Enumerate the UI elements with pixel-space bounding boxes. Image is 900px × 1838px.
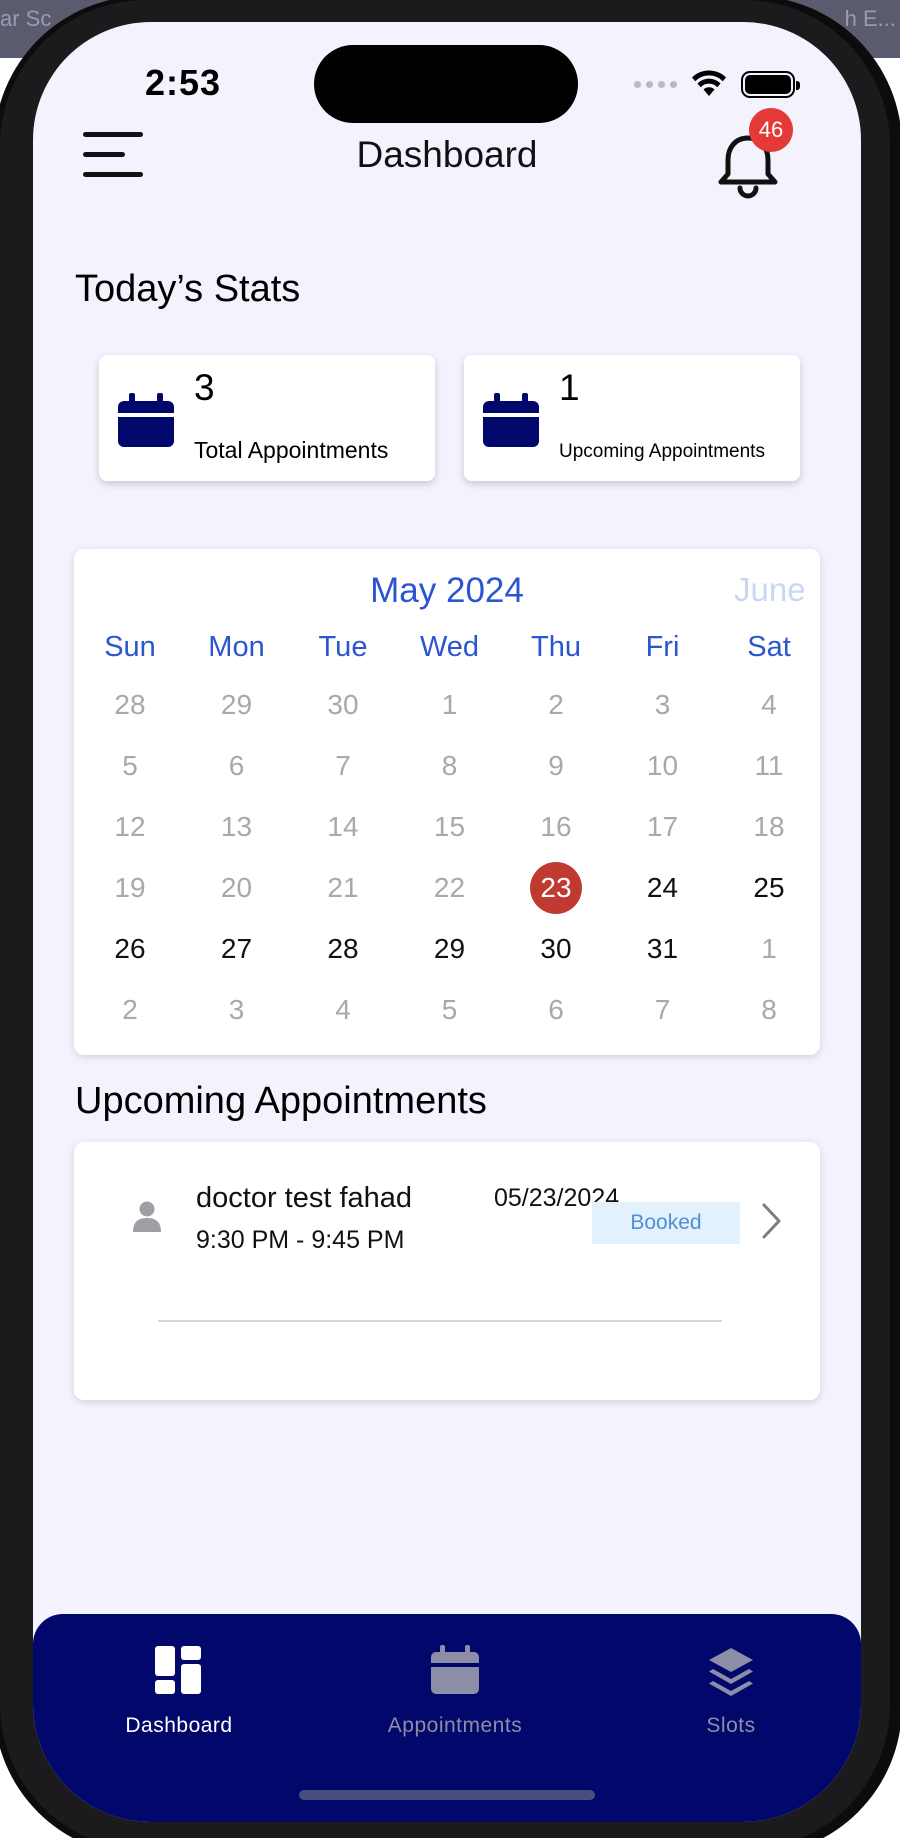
total-appointments-value: 3	[194, 367, 215, 408]
calendar-day[interactable]: 15	[400, 801, 500, 853]
upcoming-appointments-value: 1	[559, 367, 580, 408]
calendar-day[interactable]: 1	[719, 923, 819, 975]
background-text-right: h E...	[844, 6, 896, 31]
layers-icon	[709, 1648, 753, 1696]
calendar-day[interactable]: 8	[400, 740, 500, 792]
calendar-day[interactable]: 7	[293, 740, 393, 792]
calendar-icon	[431, 1645, 479, 1694]
calendar-day[interactable]: 9	[506, 740, 606, 792]
calendar-day[interactable]: 24	[613, 862, 713, 914]
home-indicator[interactable]	[299, 1790, 595, 1800]
wifi-icon	[692, 70, 726, 96]
calendar-day[interactable]: 8	[719, 984, 819, 1036]
calendar-day[interactable]: 6	[506, 984, 606, 1036]
calendar-day[interactable]: 28	[80, 679, 180, 731]
calendar-day-selected[interactable]: 23	[506, 862, 606, 914]
weekday-label: Sat	[747, 631, 791, 663]
calendar-day[interactable]: 11	[719, 740, 819, 792]
calendar-day[interactable]: 10	[613, 740, 713, 792]
appointment-time-range: 9:30 PM - 9:45 PM	[196, 1226, 405, 1254]
calendar-day[interactable]: 13	[187, 801, 287, 853]
weekday-label: Tue	[318, 631, 368, 663]
calendar-card: May 2024 June Sun Mon Tue Wed Thu Fri Sat 28 29…	[74, 549, 820, 1055]
tab-slots-label: Slots	[706, 1714, 756, 1737]
calendar-day[interactable]: 30	[506, 923, 606, 975]
dashboard-icon	[155, 1646, 201, 1694]
notification-badge: 46	[749, 108, 793, 152]
calendar-next-month[interactable]: June	[734, 571, 806, 609]
calendar-day[interactable]: 16	[506, 801, 606, 853]
weekday-label: Wed	[419, 631, 480, 663]
status-icons	[634, 70, 800, 98]
status-time: 2:53	[145, 62, 222, 103]
weekday-label: Sun	[104, 631, 156, 663]
calendar-day[interactable]: 14	[293, 801, 393, 853]
calendar-day[interactable]: 27	[187, 923, 287, 975]
calendar-day[interactable]: 6	[187, 740, 287, 792]
calendar-day[interactable]: 18	[719, 801, 819, 853]
tab-dashboard-label: Dashboard	[125, 1714, 233, 1737]
signal-icon	[634, 80, 677, 88]
weekday-label: Mon	[208, 631, 265, 663]
calendar-day[interactable]: 26	[80, 923, 180, 975]
calendar-day[interactable]: 20	[187, 862, 287, 914]
calendar-icon	[118, 393, 174, 447]
calendar-day[interactable]: 5	[80, 740, 180, 792]
calendar-icon	[483, 393, 539, 447]
chevron-right-icon[interactable]	[761, 1202, 783, 1240]
calendar-day[interactable]: 2	[80, 984, 180, 1036]
tab-slots[interactable]: Slots	[631, 1644, 831, 1738]
tab-appointments[interactable]: Appointments	[355, 1644, 555, 1738]
tab-appointments-label: Appointments	[387, 1714, 523, 1737]
calendar-day[interactable]: 2	[506, 679, 606, 731]
battery-icon	[741, 70, 800, 98]
weekday-label: Thu	[531, 631, 581, 663]
calendar-day[interactable]: 3	[613, 679, 713, 731]
upcoming-section-title: Upcoming Appointments	[75, 1080, 487, 1122]
calendar-day[interactable]: 28	[293, 923, 393, 975]
list-divider	[158, 1320, 722, 1322]
weekday-header: Sun Mon Tue Wed Thu Fri Sat	[74, 631, 820, 671]
calendar-month-title: May 2024	[370, 571, 524, 610]
calendar-day[interactable]: 22	[400, 862, 500, 914]
calendar-day[interactable]: 19	[80, 862, 180, 914]
calendar-day[interactable]: 12	[80, 801, 180, 853]
calendar-day[interactable]: 25	[719, 862, 819, 914]
calendar-day[interactable]: 17	[613, 801, 713, 853]
calendar-day[interactable]: 29	[187, 679, 287, 731]
person-icon	[133, 1201, 161, 1232]
appointment-doctor-name: doctor test fahad	[196, 1182, 413, 1214]
status-badge: Booked	[592, 1202, 740, 1244]
dynamic-island	[314, 45, 578, 123]
upcoming-appointments-label: Upcoming Appointments	[559, 441, 765, 462]
calendar-day[interactable]: 3	[187, 984, 287, 1036]
calendar-day[interactable]: 29	[400, 923, 500, 975]
calendar-day[interactable]: 1	[400, 679, 500, 731]
total-appointments-card[interactable]: 3 Total Appointments	[99, 355, 435, 481]
appointments-list-card: doctor test fahad 9:30 PM - 9:45 PM 05/2…	[74, 1142, 820, 1400]
upcoming-appointments-card[interactable]: 1 Upcoming Appointments	[464, 355, 800, 481]
calendar-day[interactable]: 4	[719, 679, 819, 731]
calendar-day[interactable]: 31	[613, 923, 713, 975]
total-appointments-label: Total Appointments	[194, 437, 389, 463]
calendar-day[interactable]: 21	[293, 862, 393, 914]
calendar-day[interactable]: 30	[293, 679, 393, 731]
stats-section-title: Today’s Stats	[75, 268, 301, 310]
weekday-label: Fri	[645, 631, 680, 663]
calendar-day[interactable]: 5	[400, 984, 500, 1036]
calendar-day[interactable]: 7	[613, 984, 713, 1036]
tab-dashboard[interactable]: Dashboard	[79, 1644, 279, 1738]
background-text-left: ar Sc	[0, 6, 52, 31]
app-screen: 2:53 Dashboard 46 Today’s Stats 3 Total …	[33, 22, 861, 1822]
calendar-day[interactable]: 4	[293, 984, 393, 1036]
